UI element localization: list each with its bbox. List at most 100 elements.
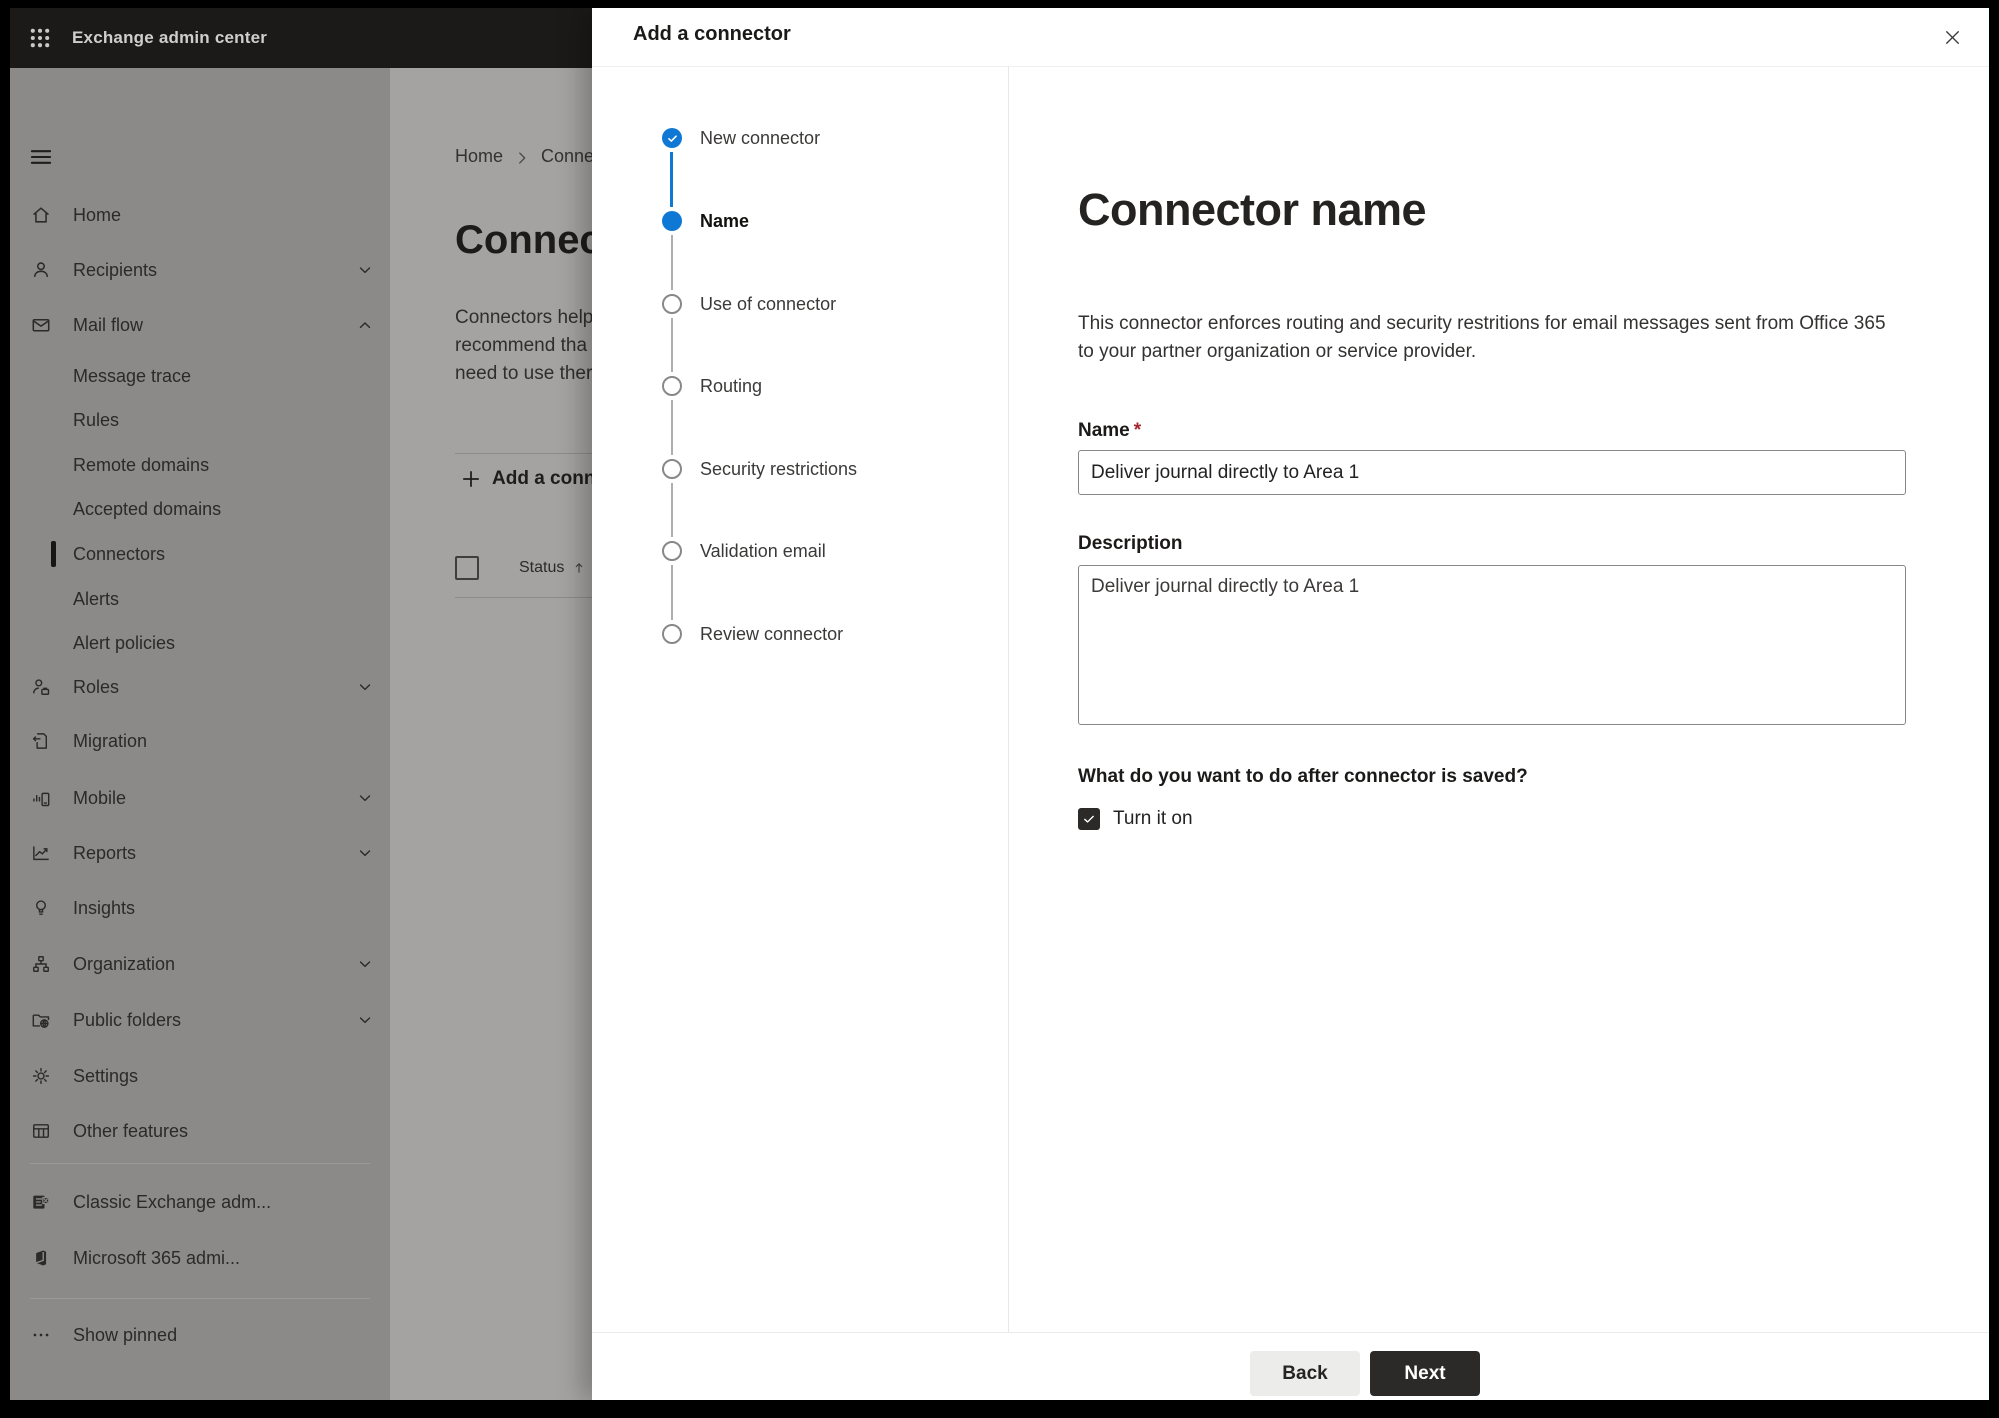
step-connector-line — [671, 235, 673, 290]
connector-description-text: This connector enforces routing and secu… — [1078, 313, 1886, 362]
sidebar-item-insights[interactable]: Insights — [10, 888, 390, 928]
sidebar-item-roles[interactable]: Roles — [10, 667, 390, 707]
sidebar-item-show-pinned[interactable]: Show pinned — [10, 1315, 390, 1355]
sidebar-item-settings[interactable]: Settings — [10, 1056, 390, 1096]
status-column-header[interactable]: Status — [519, 559, 564, 577]
sidebar-item-recipients[interactable]: Recipients — [10, 250, 390, 290]
sidebar-item-classic-exchange-admin[interactable]: Classic Exchange adm... — [10, 1182, 390, 1222]
checked-checkbox[interactable] — [1078, 808, 1100, 830]
name-field-label: Name * — [1078, 420, 1142, 441]
step-upcoming-circle — [662, 294, 682, 314]
sidebar-item-reports[interactable]: Reports — [10, 833, 390, 873]
sidebar-nav: Home Recipients Mail flow Message trace … — [10, 68, 390, 1400]
office-logo-icon — [30, 1247, 52, 1269]
app-launcher-waffle-icon[interactable] — [28, 26, 52, 50]
org-chart-icon — [30, 953, 52, 975]
turn-it-on-label: Turn it on — [1113, 808, 1193, 829]
sidebar-item-alert-policies[interactable]: Alert policies — [10, 623, 390, 663]
mail-icon — [30, 314, 52, 336]
chevron-down-icon — [355, 260, 375, 280]
plus-icon — [462, 470, 480, 488]
after-save-question: What do you want to do after connector i… — [1078, 766, 1528, 787]
step-routing[interactable]: Routing — [592, 366, 992, 406]
add-connector-button[interactable]: Add a conn — [460, 468, 595, 490]
step-connector-line — [671, 400, 673, 455]
description-textarea[interactable]: Deliver journal directly to Area 1 — [1078, 565, 1906, 725]
chevron-down-icon — [355, 1010, 375, 1030]
step-connector-line — [670, 152, 673, 207]
name-input[interactable] — [1078, 450, 1906, 495]
sidebar-divider — [30, 1298, 370, 1299]
hamburger-menu-icon[interactable] — [28, 137, 68, 177]
table-header-row: Status — [455, 556, 586, 580]
dialog-title: Add a connector — [633, 23, 791, 45]
breadcrumb-current: Conne — [541, 146, 595, 166]
sidebar-divider — [30, 1163, 370, 1164]
app-window: Exchange admin center Home Recipients Ma… — [10, 8, 1989, 1400]
sidebar-item-rules[interactable]: Rules — [10, 400, 390, 440]
back-button[interactable]: Back — [1250, 1351, 1360, 1396]
step-upcoming-circle — [662, 459, 682, 479]
page-intro-text: Connectors help recommend tha need to us… — [455, 307, 594, 384]
home-icon — [30, 204, 52, 226]
step-review-connector[interactable]: Review connector — [592, 614, 992, 654]
mobile-chart-icon — [30, 787, 52, 809]
ellipsis-icon — [30, 1324, 52, 1346]
sidebar-item-accepted-domains[interactable]: Accepted domains — [10, 489, 390, 529]
chevron-down-icon — [355, 954, 375, 974]
sidebar-item-public-folders[interactable]: Public folders — [10, 1000, 390, 1040]
table-grid-icon — [30, 1120, 52, 1142]
step-current-dot — [662, 211, 682, 231]
step-validation-email[interactable]: Validation email — [592, 531, 992, 571]
step-connector-line — [671, 565, 673, 620]
step-upcoming-circle — [662, 541, 682, 561]
required-asterisk: * — [1133, 420, 1142, 441]
step-use-of-connector[interactable]: Use of connector — [592, 284, 992, 324]
sidebar-item-mail-flow[interactable]: Mail flow — [10, 305, 390, 345]
close-icon[interactable] — [1935, 20, 1969, 54]
sidebar-item-alerts[interactable]: Alerts — [10, 579, 390, 619]
sidebar-item-message-trace[interactable]: Message trace — [10, 356, 390, 396]
sidebar-item-organization[interactable]: Organization — [10, 944, 390, 984]
step-new-connector[interactable]: New connector — [592, 118, 992, 158]
sidebar-item-migration[interactable]: Migration — [10, 721, 390, 761]
dialog-header: Add a connector — [592, 8, 1989, 67]
connector-name-heading: Connector name — [1078, 184, 1427, 235]
step-upcoming-circle — [662, 376, 682, 396]
person-icon — [30, 259, 52, 281]
sidebar-item-remote-domains[interactable]: Remote domains — [10, 445, 390, 485]
exchange-logo-icon — [30, 1191, 52, 1213]
step-security-restrictions[interactable]: Security restrictions — [592, 449, 992, 489]
add-connector-dialog: Add a connector New connector Name Use o… — [592, 8, 1989, 1400]
selected-indicator — [51, 541, 56, 567]
sidebar-item-home[interactable]: Home — [10, 195, 390, 235]
document-arrow-icon — [30, 730, 52, 752]
chevron-up-icon — [355, 315, 375, 335]
description-field-label: Description — [1078, 533, 1183, 554]
sidebar-item-connectors[interactable]: Connectors — [10, 534, 390, 574]
step-upcoming-circle — [662, 624, 682, 644]
turn-it-on-checkbox-row[interactable]: Turn it on — [1078, 808, 1193, 830]
app-title: Exchange admin center — [72, 28, 268, 47]
sidebar-item-other-features[interactable]: Other features — [10, 1111, 390, 1151]
sidebar-item-microsoft-365-admin[interactable]: Microsoft 365 admi... — [10, 1238, 390, 1278]
line-chart-icon — [30, 842, 52, 864]
next-button[interactable]: Next — [1370, 1351, 1480, 1396]
lightbulb-icon — [30, 897, 52, 919]
gear-icon — [30, 1065, 52, 1087]
breadcrumb-home-link[interactable]: Home — [455, 146, 503, 167]
folder-globe-icon — [30, 1009, 52, 1031]
sort-arrow-icon — [572, 561, 586, 575]
step-connector-line — [671, 318, 673, 372]
sidebar-item-mobile[interactable]: Mobile — [10, 778, 390, 818]
dialog-footer: Back Next — [592, 1332, 1989, 1400]
step-completed-check-icon — [662, 128, 682, 148]
step-name[interactable]: Name — [592, 201, 992, 241]
chevron-down-icon — [355, 677, 375, 697]
check-icon — [1084, 815, 1094, 823]
step-connector-line — [671, 483, 673, 537]
chevron-down-icon — [355, 788, 375, 808]
chevron-down-icon — [355, 843, 375, 863]
select-all-checkbox[interactable] — [455, 556, 479, 580]
chevron-right-icon — [513, 149, 531, 167]
